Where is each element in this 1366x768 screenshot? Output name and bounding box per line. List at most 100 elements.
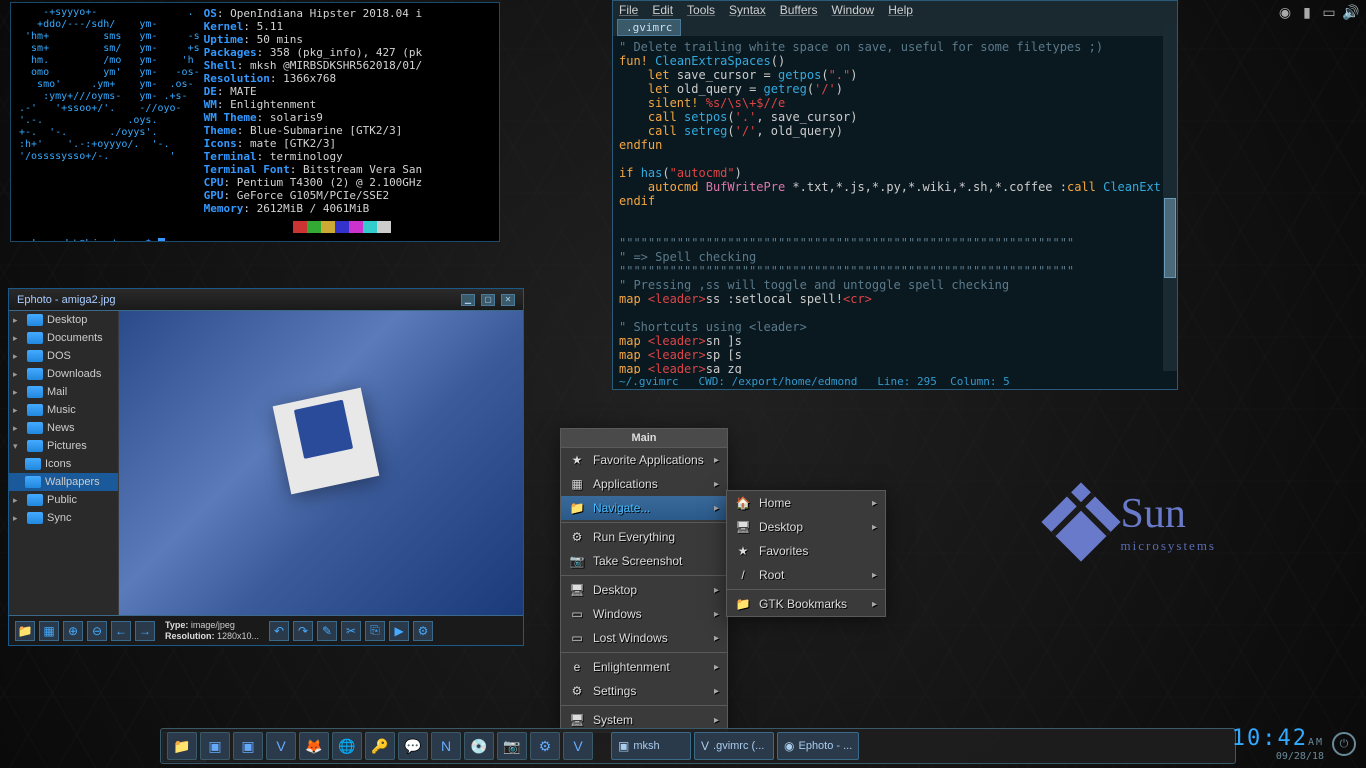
ephoto-window[interactable]: Ephoto - amiga2.jpg ▁ ▢ ✕ ▸Desktop▸Docum… — [8, 288, 524, 646]
next-button[interactable]: → — [135, 621, 155, 641]
menu-item-windows[interactable]: ▭Windows▸ — [561, 602, 727, 626]
menu-item-navigate-[interactable]: 📁Navigate...▸ — [561, 496, 727, 520]
close-button[interactable]: ✕ — [501, 294, 515, 306]
folder-dos[interactable]: ▸DOS — [9, 347, 118, 365]
folder-news[interactable]: ▸News — [9, 419, 118, 437]
launcher-news[interactable]: N — [431, 732, 461, 760]
cut-button[interactable]: ✂ — [341, 621, 361, 641]
menu-item-enlightenment[interactable]: eEnlightenment▸ — [561, 655, 727, 679]
gvim-menubar[interactable]: File Edit Tools Syntax Buffers Window Help — [613, 1, 1177, 19]
edit-button[interactable]: ✎ — [317, 621, 337, 641]
gvim-editor[interactable]: " Delete trailing white space on save, u… — [613, 36, 1177, 374]
menu-window[interactable]: Window — [832, 3, 875, 17]
folder-icons[interactable]: Icons — [9, 455, 118, 473]
menu-item-desktop[interactable]: 🖥Desktop▸ — [561, 578, 727, 602]
menu-help[interactable]: Help — [888, 3, 913, 17]
navigate-submenu[interactable]: 🏠Home▸🖥Desktop▸★Favorites/Root▸ 📁GTK Book… — [726, 490, 886, 617]
gvim-scrollbar[interactable] — [1163, 25, 1177, 371]
ephoto-image-view[interactable] — [119, 311, 523, 615]
sysinfo-row: Icons: mate [GTK2/3] — [204, 137, 423, 150]
launcher-cam[interactable]: 📷 — [497, 732, 527, 760]
launcher-disc[interactable]: 💿 — [464, 732, 494, 760]
maximize-button[interactable]: ▢ — [481, 294, 495, 306]
folder-pictures[interactable]: ▾Pictures — [9, 437, 118, 455]
menu-tools[interactable]: Tools — [687, 3, 715, 17]
prev-button[interactable]: ← — [111, 621, 131, 641]
folder-icon — [25, 458, 41, 470]
folder-desktop[interactable]: ▸Desktop — [9, 311, 118, 329]
folder-sync[interactable]: ▸Sync — [9, 509, 118, 527]
ephoto-toolbar[interactable]: 📁 ▦ ⊕ ⊖ ← → Type: image/jpeg Resolution:… — [9, 615, 523, 645]
swatch — [321, 221, 335, 233]
sysinfo-row: Uptime: 50 mins — [204, 33, 423, 46]
folder-downloads[interactable]: ▸Downloads — [9, 365, 118, 383]
folder-icon — [27, 386, 43, 398]
menu-syntax[interactable]: Syntax — [729, 3, 766, 17]
launcher-files[interactable]: 📁 — [167, 732, 197, 760]
menu-buffers[interactable]: Buffers — [780, 3, 818, 17]
folder-wallpapers[interactable]: Wallpapers — [9, 473, 118, 491]
folder-public[interactable]: ▸Public — [9, 491, 118, 509]
launcher-keys[interactable]: 🔑 — [365, 732, 395, 760]
launcher-term[interactable]: ▣ — [200, 732, 230, 760]
zoom-in-button[interactable]: ⊕ — [63, 621, 83, 641]
menu-item-favorite-applications[interactable]: ★Favorite Applications▸ — [561, 448, 727, 472]
menu-item-applications[interactable]: ▦Applications▸ — [561, 472, 727, 496]
nav-item-home[interactable]: 🏠Home▸ — [727, 491, 885, 515]
shell-prompt[interactable]: sehnsucht@hipster:~$ — [19, 237, 491, 242]
grid-button[interactable]: ▦ — [39, 621, 59, 641]
menu-icon: e — [569, 659, 585, 675]
launcher-term2[interactable]: ▣ — [233, 732, 263, 760]
system-tray[interactable]: ◉ ▮ ▭ 🔊 — [1276, 4, 1360, 20]
menu-icon: 📷 — [569, 553, 585, 569]
folder-music[interactable]: ▸Music — [9, 401, 118, 419]
clock[interactable]: 10:42AM 09/28/18 — [1232, 726, 1324, 762]
battery-icon[interactable]: ▮ — [1298, 4, 1316, 20]
nav-item-gtk-bookmarks[interactable]: 📁GTK Bookmarks▸ — [727, 592, 885, 616]
power-button[interactable]: ⏻ — [1332, 732, 1356, 756]
taskbar[interactable]: 📁▣▣V🦊🌐🔑💬N💿📷⚙V▣mkshV.gvimrc (...◉Ephoto -… — [160, 728, 1236, 764]
nav-item-favorites[interactable]: ★Favorites — [727, 539, 885, 563]
copy-button[interactable]: ⎘ — [365, 621, 385, 641]
nav-item-root[interactable]: /Root▸ — [727, 563, 885, 587]
terminal-neofetch[interactable]: -+syyyo+- . +ddo/---/sdh/ ym- 'hm+ sms y… — [10, 2, 500, 242]
gvim-tabbar[interactable]: .gvimrc — [613, 19, 1177, 36]
display-icon[interactable]: ▭ — [1320, 4, 1338, 20]
play-button[interactable]: ▶ — [389, 621, 409, 641]
launcher-vim2[interactable]: V — [563, 732, 593, 760]
ephoto-sidebar[interactable]: ▸Desktop▸Documents▸DOS▸Downloads▸Mail▸Mu… — [9, 311, 119, 615]
ephoto-titlebar[interactable]: Ephoto - amiga2.jpg ▁ ▢ ✕ — [9, 289, 523, 311]
folder-mail[interactable]: ▸Mail — [9, 383, 118, 401]
gvim-window[interactable]: File Edit Tools Syntax Buffers Window Help .gv… — [612, 0, 1178, 390]
menu-file[interactable]: File — [619, 3, 638, 17]
launcher-vim[interactable]: V — [266, 732, 296, 760]
taskbar-window[interactable]: ◉Ephoto - ... — [777, 732, 859, 760]
folder-documents[interactable]: ▸Documents — [9, 329, 118, 347]
launcher-firefox[interactable]: 🦊 — [299, 732, 329, 760]
menu-item-settings[interactable]: ⚙Settings▸ — [561, 679, 727, 703]
nav-item-desktop[interactable]: 🖥Desktop▸ — [727, 515, 885, 539]
menu-icon: 🖥 — [569, 712, 585, 728]
volume-icon[interactable]: 🔊 — [1342, 4, 1360, 20]
menu-edit[interactable]: Edit — [652, 3, 673, 17]
gvim-tab[interactable]: .gvimrc — [617, 19, 681, 36]
main-menu[interactable]: Main ★Favorite Applications▸▦Application… — [560, 428, 728, 733]
menu-item-take-screenshot[interactable]: 📷Take Screenshot — [561, 549, 727, 573]
open-folder-button[interactable]: 📁 — [15, 621, 35, 641]
taskbar-window[interactable]: V.gvimrc (... — [694, 732, 774, 760]
minimize-button[interactable]: ▁ — [461, 294, 475, 306]
menu-item-lost-windows[interactable]: ▭Lost Windows▸ — [561, 626, 727, 650]
launcher-settings[interactable]: ⚙ — [530, 732, 560, 760]
sysinfo-row: Terminal: terminology — [204, 150, 423, 163]
launcher-globe[interactable]: 🌐 — [332, 732, 362, 760]
settings-button[interactable]: ⚙ — [413, 621, 433, 641]
menu-item-run-everything[interactable]: ⚙Run Everything — [561, 525, 727, 549]
rotate-right-button[interactable]: ↷ — [293, 621, 313, 641]
rotate-left-button[interactable]: ↶ — [269, 621, 289, 641]
swatch — [279, 221, 293, 233]
launcher-chat[interactable]: 💬 — [398, 732, 428, 760]
menu-title: Main — [561, 429, 727, 448]
wifi-icon[interactable]: ◉ — [1276, 4, 1294, 20]
taskbar-window[interactable]: ▣mksh — [611, 732, 691, 760]
zoom-out-button[interactable]: ⊖ — [87, 621, 107, 641]
